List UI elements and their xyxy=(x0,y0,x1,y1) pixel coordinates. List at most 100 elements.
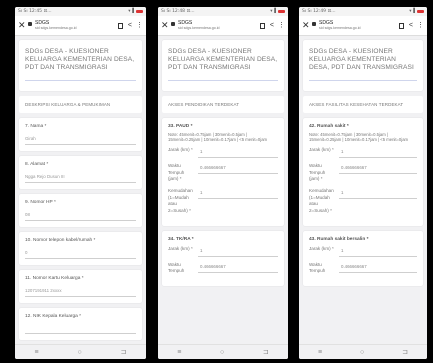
waktu-tempuh-input[interactable]: 0.466666667 xyxy=(198,163,278,175)
section-title: AKSES FASILITAS KESEHATAN TERDEKAT xyxy=(303,95,423,113)
battery-icon xyxy=(278,9,285,14)
field-card: 8. Alamat * Ngga Rejo Dusun III xyxy=(19,155,142,189)
question-card: 34. TK/RA * Jarak (km) * 1 Waktu Tempuh … xyxy=(162,230,284,286)
alamat-input[interactable]: Ngga Rejo Dusun III xyxy=(25,172,136,183)
kemudahan-input[interactable]: 1 xyxy=(339,188,417,200)
telepon-input[interactable]: 0 xyxy=(25,248,136,259)
share-icon[interactable]: < xyxy=(270,22,274,29)
question-card: 43. Rumah sakit bersalin * Jarak (km) * … xyxy=(303,230,423,286)
bookmark-icon[interactable] xyxy=(398,22,404,29)
answer-row: Kemudahan (1=Mudah atau 2=Susah) * 1 xyxy=(309,188,417,215)
field-card: 9. Nomor HP * 08 xyxy=(19,193,142,227)
status-time: Sı Sı 12:48 ⊡... xyxy=(161,9,195,14)
phone-screen-1: Sı Sı 12:45 ⊡... ▾▐ ✕ SDGS sid sdgs.keme… xyxy=(15,7,146,359)
question-card: 33. PAUD * Note: 45menit=0.75jam | 30men… xyxy=(162,117,284,226)
field-label: 9. Nomor HP * xyxy=(25,199,56,205)
row-label: Kemudahan (1=Mudah atau 2=Susah) * xyxy=(168,188,193,213)
row-label: Jarak (km) * xyxy=(309,147,334,153)
page-title: SDGS xyxy=(178,19,193,26)
form-header: SDGs DESA - KUESIONER KELUARGA KEMENTERI… xyxy=(162,40,284,91)
question-card: 42. Rumah sakit * Note: 45menit=0.75jam … xyxy=(303,117,423,226)
share-icon[interactable]: < xyxy=(409,22,413,29)
field-card: 11. Nomor Kartu Keluarga * 1207191911 2x… xyxy=(19,269,142,303)
phone-screen-3: Sı Sı 12:49 ⊡... ▾▐ ✕ SDGS sid sdgs.keme… xyxy=(299,7,427,359)
page-title: SDGS xyxy=(319,19,334,26)
form-title: SDGs DESA - KUESIONER KELUARGA KEMENTERI… xyxy=(168,48,278,72)
kemudahan-input[interactable]: 1 xyxy=(198,188,278,200)
nomor-hp-input[interactable]: 08 xyxy=(25,210,136,221)
address-bar[interactable]: SDGS sid sdgs.kemendesa.go.id xyxy=(178,19,260,31)
form-header: SDGs DESA - KUESIONER KELUARGA KEMENTERI… xyxy=(19,40,142,91)
lock-icon xyxy=(28,21,32,26)
field-label: 8. Alamat * xyxy=(25,161,49,167)
share-icon[interactable]: < xyxy=(128,22,132,29)
page-url: sid sdgs.kemendesa.go.id xyxy=(178,25,220,30)
more-menu-icon[interactable]: ⋮ xyxy=(136,22,143,29)
kartu-keluarga-input[interactable]: 1207191911 2xxxx xyxy=(25,286,136,297)
section-title: DESKRIPSI KELUARGA & PEMUKIMAN xyxy=(19,95,142,113)
question-label: 34. TK/RA * xyxy=(168,236,194,242)
recent-apps-icon[interactable]: ≡ xyxy=(177,349,181,356)
divider xyxy=(25,79,136,81)
browser-toolbar: ✕ SDGS sid sdgs.kemendesa.go.id < ⋮ xyxy=(15,16,146,36)
row-label: Jarak (km) * xyxy=(309,245,334,251)
more-menu-icon[interactable]: ⋮ xyxy=(278,22,285,29)
question-label: 43. Rumah sakit bersalin * xyxy=(309,236,369,242)
answer-row: Waktu Tempuh 0.466666667 xyxy=(168,262,278,275)
status-bar: Sı Sı 12:45 ⊡... ▾▐ xyxy=(15,7,146,16)
status-bar: Sı Sı 12:49 ⊡... ▾▐ xyxy=(299,7,427,16)
nik-input[interactable] xyxy=(25,324,136,334)
waktu-tempuh-input[interactable]: 0.466666667 xyxy=(339,163,417,175)
answer-row: Waktu Tempuh (jam) * 0.466666667 xyxy=(309,163,417,183)
waktu-tempuh-input[interactable]: 0.466666667 xyxy=(198,262,278,273)
status-time: Sı Sı 12:49 ⊡... xyxy=(302,9,336,14)
field-label: 11. Nomor Kartu Keluarga * xyxy=(25,275,84,281)
jarak-input[interactable]: 1 xyxy=(198,147,278,159)
field-card: 10. Nomor telepon kabel/rumah * 0 xyxy=(19,231,142,265)
answer-row: Jarak (km) * 1 xyxy=(309,147,417,159)
nama-input[interactable]: Girah xyxy=(25,134,136,145)
lock-icon xyxy=(312,21,316,26)
section-title: AKSES PENDIDIKAN TERDEKAT xyxy=(162,95,284,113)
jarak-input[interactable]: 1 xyxy=(339,246,417,257)
recent-apps-icon[interactable]: ≡ xyxy=(318,349,322,356)
more-menu-icon[interactable]: ⋮ xyxy=(417,22,424,29)
close-icon[interactable]: ✕ xyxy=(302,21,310,30)
back-icon[interactable]: ⊐ xyxy=(402,349,408,356)
android-nav-bar: ≡ ○ ⊐ xyxy=(299,344,427,359)
answer-row: Kemudahan (1=Mudah atau 2=Susah) * 1 xyxy=(168,188,278,215)
close-icon[interactable]: ✕ xyxy=(161,21,169,30)
page-url: sid sdgs.kemendesa.go.id xyxy=(35,25,77,30)
android-nav-bar: ≡ ○ ⊐ xyxy=(158,344,288,359)
page-url: sid sdgs.kemendesa.go.id xyxy=(319,25,361,30)
row-label: Jarak (km) * xyxy=(168,147,193,153)
address-bar[interactable]: SDGS sid sdgs.kemendesa.go.id xyxy=(319,19,399,31)
recent-apps-icon[interactable]: ≡ xyxy=(34,349,38,356)
close-icon[interactable]: ✕ xyxy=(18,21,26,30)
jarak-input[interactable]: 1 xyxy=(339,147,417,159)
bookmark-icon[interactable] xyxy=(117,22,123,29)
status-time: Sı Sı 12:45 ⊡... xyxy=(18,9,52,14)
answer-row: Waktu Tempuh (jam) * 0.466666667 xyxy=(168,163,278,183)
browser-toolbar: ✕ SDGS sid sdgs.kemendesa.go.id < ⋮ xyxy=(158,16,288,36)
row-label: Waktu Tempuh (jam) * xyxy=(309,163,326,182)
form-header: SDGs DESA - KUESIONER KELUARGA KEMENTERI… xyxy=(303,40,423,91)
bookmark-icon[interactable] xyxy=(259,22,265,29)
divider xyxy=(309,79,417,81)
phone-screen-2: Sı Sı 12:48 ⊡... ▾▐ ✕ SDGS sid sdgs.keme… xyxy=(158,7,288,359)
jarak-input[interactable]: 1 xyxy=(198,246,278,257)
signal-icon: ▾▐ xyxy=(409,9,415,14)
home-icon[interactable]: ○ xyxy=(360,349,364,356)
answer-row: Jarak (km) * 1 xyxy=(168,246,278,257)
field-label: 7. Nama * xyxy=(25,123,47,129)
home-icon[interactable]: ○ xyxy=(77,349,81,356)
home-icon[interactable]: ○ xyxy=(220,349,224,356)
address-bar[interactable]: SDGS sid sdgs.kemendesa.go.id xyxy=(35,20,118,31)
battery-icon xyxy=(136,9,143,14)
back-icon[interactable]: ⊐ xyxy=(121,349,127,356)
divider xyxy=(168,79,278,81)
row-label: Jarak (km) * xyxy=(168,245,193,251)
waktu-tempuh-input[interactable]: 0.466666667 xyxy=(339,262,417,273)
back-icon[interactable]: ⊐ xyxy=(263,349,269,356)
row-label: Kemudahan (1=Mudah atau 2=Susah) * xyxy=(309,188,334,213)
